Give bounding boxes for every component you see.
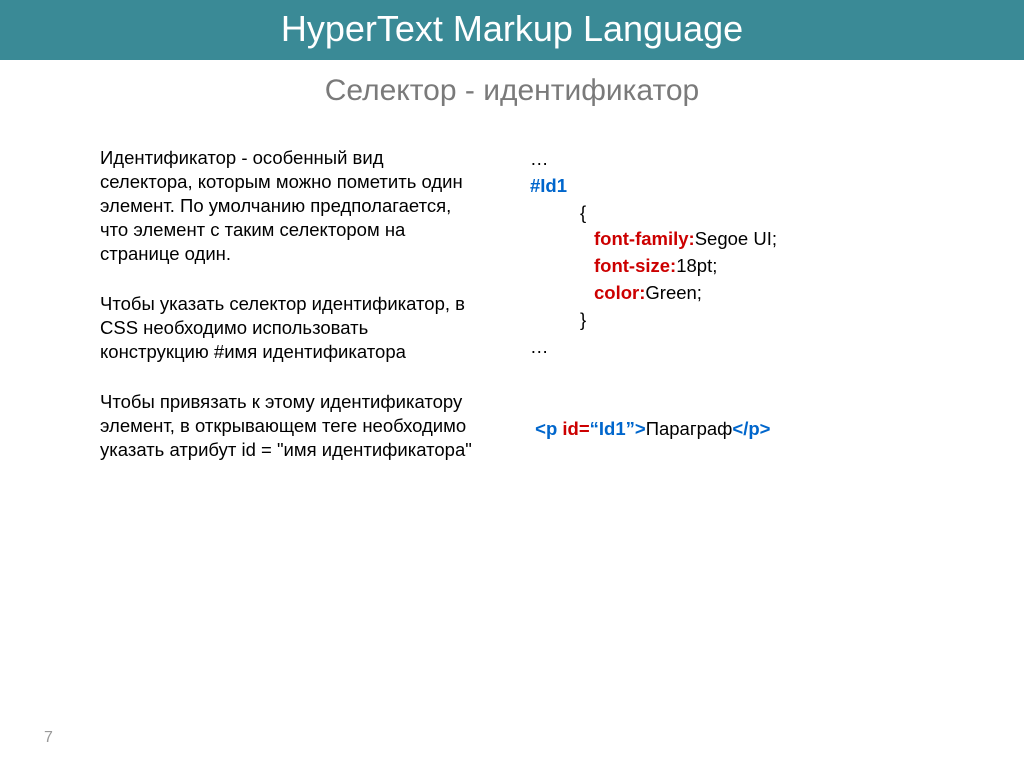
html-text-content: Параграф	[646, 418, 733, 439]
css-val-3: Green;	[645, 282, 702, 303]
html-code-line: <p id=“Id1”>Параграф</p>	[530, 416, 944, 443]
html-open-end: >	[635, 418, 646, 439]
code-column: … #Id1 { font-family:Segoe UI; font-size…	[500, 146, 944, 489]
slide-title: HyperText Markup Language	[281, 8, 743, 49]
html-open-tag: <p	[535, 418, 562, 439]
css-prop-2: font-size:	[594, 255, 676, 276]
page-number: 7	[44, 729, 53, 747]
slide-content: Идентификатор - особенный вид селектора,…	[0, 146, 1024, 489]
css-val-1: Segoe UI;	[695, 228, 777, 249]
ellipsis-top: …	[530, 148, 549, 169]
css-code-block: … #Id1 { font-family:Segoe UI; font-size…	[530, 146, 944, 361]
css-declaration-1: font-family:Segoe UI;	[530, 226, 944, 253]
brace-open: {	[530, 202, 586, 223]
paragraph-2: Чтобы указать селектор идентификатор, в …	[100, 292, 480, 364]
slide-subtitle: Селектор - идентификатор	[0, 74, 1024, 108]
css-prop-3: color:	[594, 282, 645, 303]
css-selector: #Id1	[530, 175, 567, 196]
css-prop-1: font-family:	[594, 228, 695, 249]
slide-header: HyperText Markup Language	[0, 0, 1024, 60]
html-close-tag: </p>	[732, 418, 770, 439]
css-declaration-3: color:Green;	[530, 280, 944, 307]
html-attr-name: id=	[562, 418, 589, 439]
html-attr-value: “Id1”	[590, 418, 635, 439]
paragraph-3: Чтобы привязать к этому идентификатору э…	[100, 390, 480, 462]
brace-close: }	[530, 309, 586, 330]
ellipsis-bottom: …	[530, 336, 549, 357]
css-declaration-2: font-size:18pt;	[530, 253, 944, 280]
description-column: Идентификатор - особенный вид селектора,…	[100, 146, 500, 489]
css-val-2: 18pt;	[676, 255, 717, 276]
paragraph-1: Идентификатор - особенный вид селектора,…	[100, 146, 480, 266]
